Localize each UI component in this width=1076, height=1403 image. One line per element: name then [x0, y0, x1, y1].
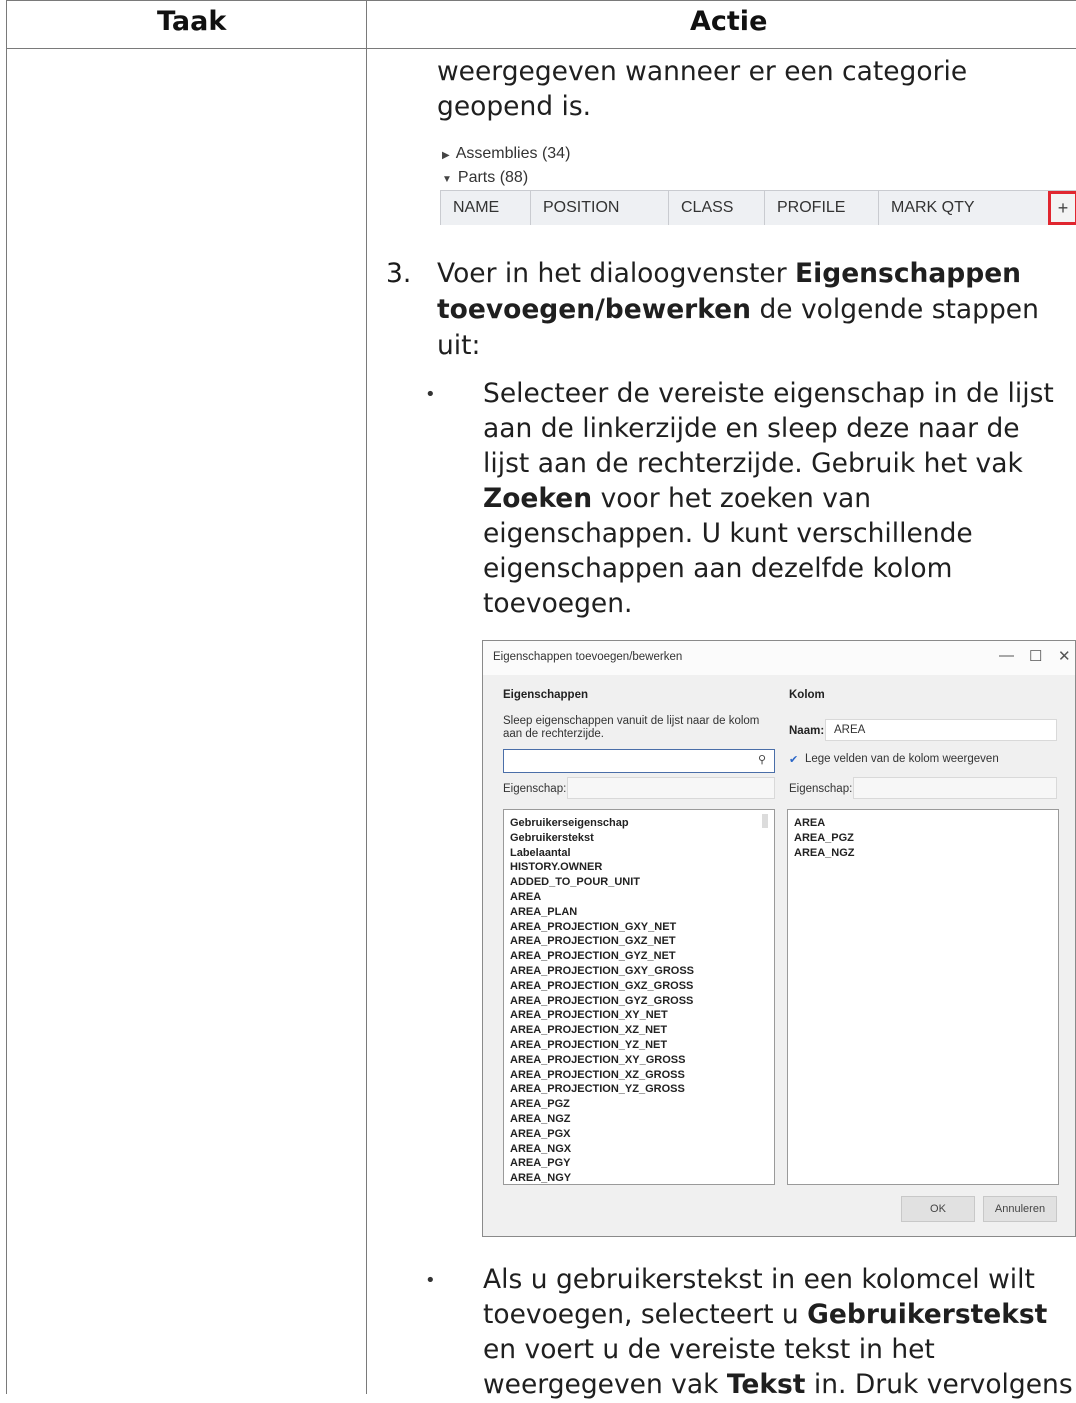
bullet-marker: •	[425, 384, 436, 405]
left-heading: Eigenschappen	[503, 689, 588, 701]
intro-line-2: geopend is.	[437, 91, 592, 122]
grid-header-row: NAME POSITION CLASS PROFILE MARK QTY +	[440, 190, 1076, 225]
cancel-button[interactable]: Annuleren	[983, 1196, 1057, 1222]
left-list-item[interactable]: AREA_PROJECTION_YZ_GROSS	[510, 1082, 774, 1097]
left-list-item[interactable]: AREA_PROJECTION_YZ_NET	[510, 1038, 774, 1053]
column-header-class[interactable]: CLASS	[668, 191, 764, 225]
add-column-button[interactable]: +	[1048, 191, 1076, 225]
ok-button[interactable]: OK	[901, 1196, 975, 1222]
expand-icon: ▶	[442, 150, 450, 161]
left-list-item[interactable]: AREA_PROJECTION_XY_NET	[510, 1008, 774, 1023]
left-list-item[interactable]: AREA_PROJECTION_XY_GROSS	[510, 1053, 774, 1068]
category-assemblies[interactable]: ▶ Assemblies (34)	[442, 142, 570, 166]
column-properties-list[interactable]: AREA AREA_PGZ AREA_NGZ	[787, 809, 1059, 1185]
right-heading: Kolom	[789, 689, 825, 701]
properties-dialog: Eigenschappen toevoegen/bewerken — ☐ ✕ E…	[482, 640, 1076, 1237]
table-border-top	[6, 0, 1076, 1]
left-property-label: Eigenschap:	[503, 783, 567, 795]
bullet1-line-7: toevoegen.	[483, 588, 633, 619]
intro-line-1: weergegeven wanneer er een categorie	[437, 56, 968, 87]
left-list-items: Gebruikerseigenschap Gebruikerstekst Label…	[510, 816, 774, 1184]
right-property-label: Eigenschap:	[789, 783, 853, 795]
bullet2-line-1: Als u gebruikerstekst in een kolomcel wi…	[483, 1264, 1035, 1295]
available-properties-list[interactable]: Gebruikerseigenschap Gebruikerstekst Label…	[503, 809, 775, 1185]
table-header-bottom	[6, 48, 1076, 49]
right-list-item[interactable]: AREA_NGZ	[794, 846, 1058, 861]
name-field[interactable]: AREA	[825, 719, 1057, 741]
bullet2-line-2: toevoegen, selecteert u Gebruikerstekst	[483, 1299, 1048, 1330]
grid-screenshot: ▶ Assemblies (34) ▼ Parts (88) NAME POSITI…	[436, 140, 1076, 236]
left-list-item[interactable]: AREA_PGZ	[510, 1097, 774, 1112]
left-list-item[interactable]: AREA_PGY	[510, 1156, 774, 1171]
search-input[interactable]: ⚲	[503, 749, 775, 773]
category-parts[interactable]: ▼ Parts (88)	[442, 166, 528, 190]
maximize-icon[interactable]: ☐	[1029, 647, 1042, 665]
left-list-item[interactable]: Gebruikerseigenschap	[510, 816, 774, 831]
left-list-item[interactable]: AREA_NGX	[510, 1142, 774, 1157]
left-list-item[interactable]: AREA_NGY	[510, 1171, 774, 1184]
left-property-field[interactable]	[567, 777, 775, 799]
table-divider	[366, 0, 367, 1394]
left-list-item[interactable]: Gebruikerstekst	[510, 831, 774, 846]
minimize-icon[interactable]: —	[999, 647, 1014, 664]
left-list-item[interactable]: ADDED_TO_POUR_UNIT	[510, 875, 774, 890]
show-empty-label: Lege velden van de kolom weergeven	[805, 753, 999, 765]
left-list-item[interactable]: AREA_PROJECTION_GYZ_GROSS	[510, 994, 774, 1009]
step3-line-3: uit:	[437, 330, 481, 361]
scrollbar-thumb[interactable]	[762, 814, 768, 828]
column-header-position[interactable]: POSITION	[530, 191, 668, 225]
bullet-marker: •	[425, 1270, 436, 1291]
left-list-item[interactable]: AREA_PROJECTION_GXY_NET	[510, 920, 774, 935]
step3-line-1: Voer in het dialoogvenster Eigenschappen	[437, 258, 1022, 289]
left-list-item[interactable]: AREA_PGX	[510, 1127, 774, 1142]
dialog-title: Eigenschappen toevoegen/bewerken	[493, 651, 683, 663]
bullet1-line-4: Zoeken voor het zoeken van	[483, 483, 871, 514]
bullet1-line-5: eigenschappen. U kunt verschillende	[483, 518, 973, 549]
left-list-item[interactable]: AREA_PROJECTION_GXY_GROSS	[510, 964, 774, 979]
bullet1-line-6: eigenschappen aan dezelfde kolom	[483, 553, 953, 584]
left-list-item[interactable]: AREA_PROJECTION_GXZ_GROSS	[510, 979, 774, 994]
column-header-mark-qty[interactable]: MARK QTY	[878, 191, 1008, 225]
step3-line-2: toevoegen/bewerken de volgende stappen	[437, 294, 1039, 325]
dialog-titlebar: Eigenschappen toevoegen/bewerken — ☐ ✕	[483, 641, 1075, 675]
header-task: Taak	[157, 6, 227, 37]
instruction-line-1: Sleep eigenschappen vanuit de lijst naar…	[503, 715, 760, 727]
header-action: Actie	[690, 6, 768, 37]
left-list-item[interactable]: AREA	[510, 890, 774, 905]
column-header-profile[interactable]: PROFILE	[764, 191, 878, 225]
collapse-icon: ▼	[442, 174, 452, 185]
close-icon[interactable]: ✕	[1058, 647, 1071, 665]
left-list-item[interactable]: Labelaantal	[510, 846, 774, 861]
step-number: 3.	[386, 258, 412, 289]
left-list-item[interactable]: HISTORY.OWNER	[510, 860, 774, 875]
table-border-left	[6, 0, 7, 1394]
right-list-item[interactable]: AREA_PGZ	[794, 831, 1058, 846]
bullet1-line-3: lijst aan de rechterzijde. Gebruik het v…	[483, 448, 1023, 479]
left-list-item[interactable]: AREA_PLAN	[510, 905, 774, 920]
left-list-item[interactable]: AREA_PROJECTION_XZ_NET	[510, 1023, 774, 1038]
bullet1-line-2: aan de linkerzijde en sleep deze naar de	[483, 413, 1020, 444]
bullet2-line-3: en voert u de vereiste tekst in het	[483, 1334, 935, 1365]
left-list-item[interactable]: AREA_PROJECTION_XZ_GROSS	[510, 1068, 774, 1083]
search-icon[interactable]: ⚲	[758, 753, 766, 766]
right-list-item[interactable]: AREA	[794, 816, 1058, 831]
right-list-items: AREA AREA_PGZ AREA_NGZ	[794, 816, 1058, 860]
column-header-name[interactable]: NAME	[440, 191, 530, 225]
bullet1-line-1: Selecteer de vereiste eigenschap in de l…	[483, 378, 1054, 409]
left-list-item[interactable]: AREA_NGZ	[510, 1112, 774, 1127]
right-property-field[interactable]	[853, 777, 1057, 799]
checkmark-icon[interactable]: ✔	[789, 753, 798, 766]
instruction-line-2: aan de rechterzijde.	[503, 728, 605, 740]
name-label: Naam:	[789, 725, 825, 737]
left-list-item[interactable]: AREA_PROJECTION_GXZ_NET	[510, 934, 774, 949]
bullet2-line-4: weergegeven vak Tekst in. Druk vervolgen…	[483, 1369, 1073, 1400]
left-list-item[interactable]: AREA_PROJECTION_GYZ_NET	[510, 949, 774, 964]
